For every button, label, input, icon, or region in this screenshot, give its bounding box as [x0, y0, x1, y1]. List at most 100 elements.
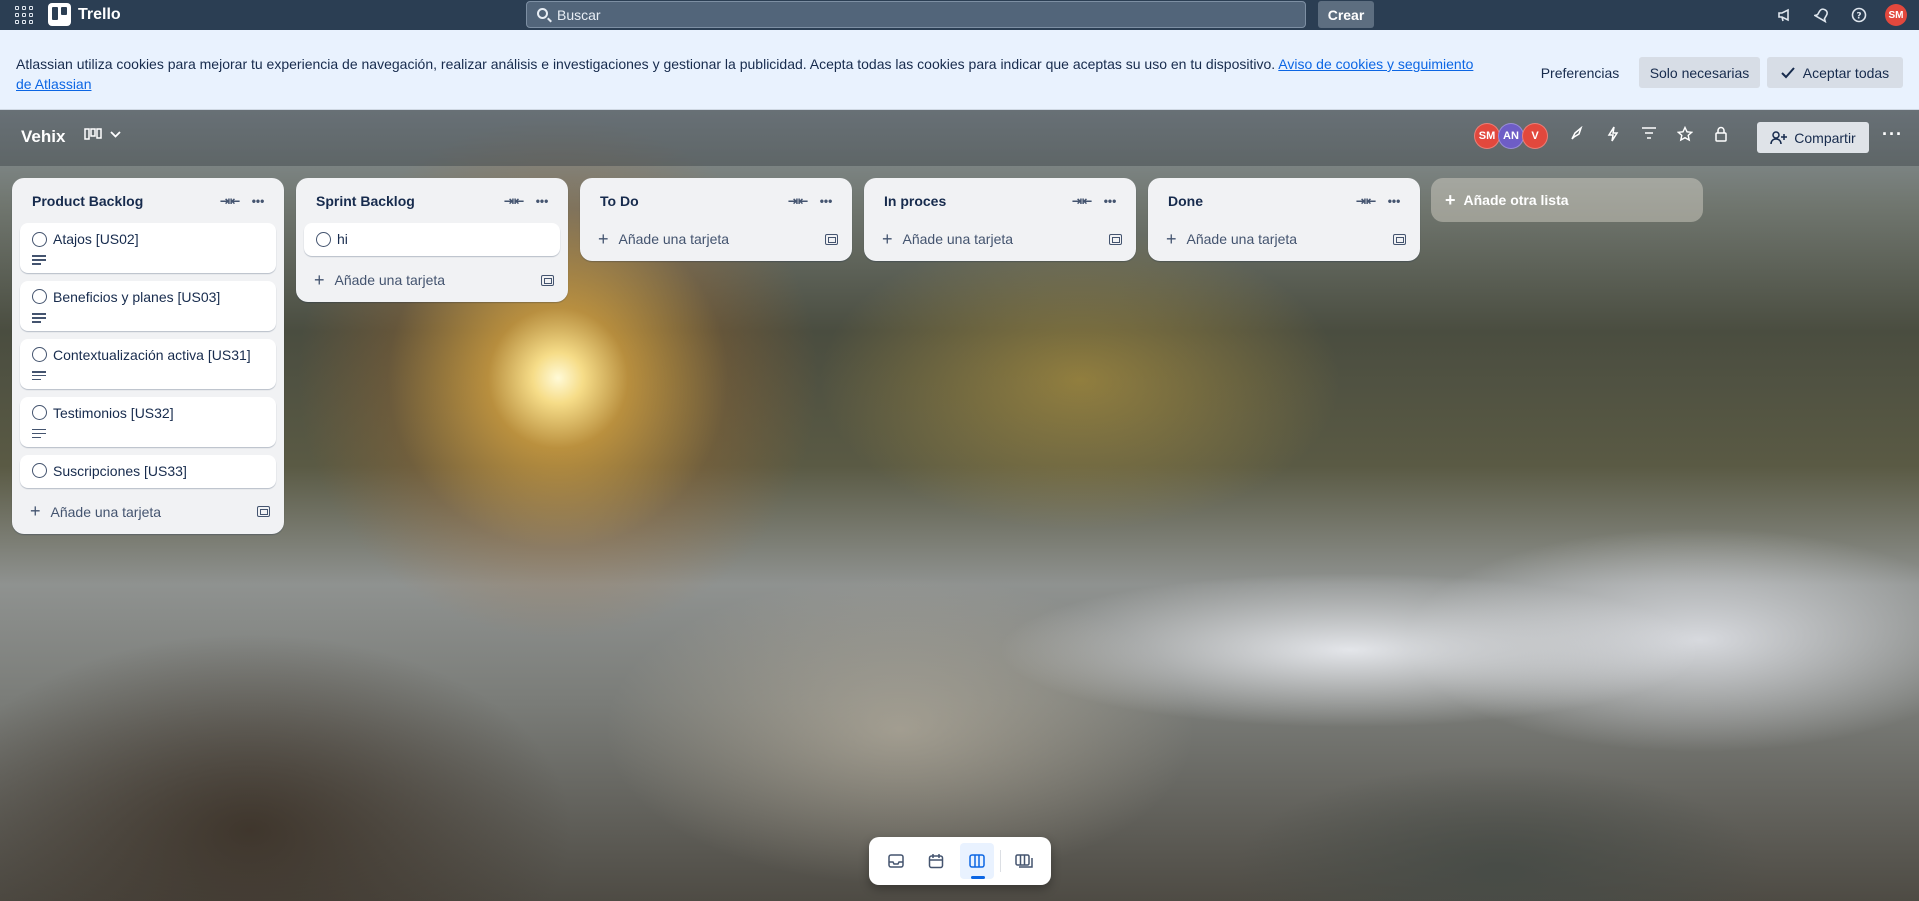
list-menu-icon[interactable]: ••• [1382, 194, 1406, 208]
search-input[interactable]: Buscar [526, 1, 1306, 28]
card[interactable]: Beneficios y planes [US03] [20, 280, 276, 331]
switch-boards-icon[interactable] [1007, 843, 1041, 879]
add-card-label: Añade una tarjeta [334, 272, 446, 288]
view-switcher [869, 837, 1051, 885]
list-product-backlog: Product Backlog ⇥⇤ ••• Atajos [US02] Ben… [12, 178, 284, 534]
complete-checkbox-icon[interactable] [32, 289, 47, 305]
list-menu-icon[interactable]: ••• [530, 194, 554, 208]
user-avatar[interactable]: SM [1885, 4, 1907, 26]
more-options-icon[interactable]: ··· [1882, 124, 1903, 145]
card-template-icon[interactable] [1393, 233, 1406, 245]
list-title[interactable]: To Do [600, 193, 782, 209]
cookie-text: Atlassian utiliza cookies para mejorar t… [16, 56, 1276, 72]
complete-checkbox-icon[interactable] [32, 347, 47, 363]
collapse-list-icon[interactable]: ⇥⇤ [786, 194, 810, 208]
card-template-icon[interactable] [1109, 233, 1122, 245]
create-button[interactable]: Crear [1318, 1, 1374, 28]
plus-icon: + [598, 228, 609, 249]
card-template-icon[interactable] [257, 506, 270, 518]
board-canvas: Vehix SM AN V Compartir ··· Product Back… [0, 110, 1919, 901]
chevron-down-icon [110, 130, 121, 138]
card[interactable]: Atajos [US02] [20, 223, 276, 273]
list-title[interactable]: Product Backlog [32, 193, 214, 209]
collapse-list-icon[interactable]: ⇥⇤ [502, 194, 526, 208]
card[interactable]: Contextualización activa [US31] [20, 338, 276, 389]
list-menu-icon[interactable]: ••• [1098, 194, 1122, 208]
star-icon[interactable] [1676, 125, 1694, 146]
complete-checkbox-icon[interactable] [32, 463, 47, 479]
lock-icon[interactable] [1712, 126, 1730, 146]
automation-icon[interactable] [1604, 126, 1622, 146]
plus-icon: + [30, 501, 41, 522]
nav-icons: ? SM [1774, 4, 1907, 26]
add-card-button[interactable]: + Añade una tarjeta [302, 264, 562, 296]
cookie-banner: Atlassian utiliza cookies para mejorar t… [0, 30, 1919, 110]
notifications-icon[interactable] [1811, 4, 1833, 26]
card[interactable]: Suscripciones [US33] [20, 454, 276, 488]
list-sprint-backlog: Sprint Backlog ⇥⇤ ••• hi + Añade una tar… [296, 178, 568, 302]
list-menu-icon[interactable]: ••• [814, 194, 838, 208]
divider [999, 850, 1001, 872]
trello-logo[interactable]: Trello [48, 3, 121, 26]
member-avatar[interactable]: V [1522, 123, 1548, 149]
app-name: Trello [78, 5, 121, 23]
list-menu-icon[interactable]: ••• [246, 194, 270, 208]
collapse-list-icon[interactable]: ⇥⇤ [1070, 194, 1094, 208]
list-header: Product Backlog ⇥⇤ ••• [18, 178, 278, 223]
power-ups-icon[interactable] [1568, 125, 1586, 146]
plus-icon: + [314, 269, 325, 290]
calendar-icon[interactable] [919, 843, 953, 879]
board-header: Vehix SM AN V Compartir ··· [0, 110, 1919, 166]
board-title[interactable]: Vehix [21, 127, 65, 147]
board-view-selector[interactable] [84, 128, 121, 140]
list-header: Sprint Backlog ⇥⇤ ••• [302, 178, 562, 223]
card-template-icon[interactable] [825, 233, 838, 245]
add-list-button[interactable]: + Añade otra lista [1431, 178, 1703, 222]
add-card-button[interactable]: + Añade una tarjeta [18, 496, 278, 528]
member-avatar[interactable]: SM [1474, 123, 1500, 149]
list-title[interactable]: Done [1168, 193, 1350, 209]
card-title: Contextualización activa [US31] [53, 346, 251, 363]
necessary-only-button[interactable]: Solo necesarias [1639, 57, 1760, 88]
preferences-button[interactable]: Preferencias [1530, 57, 1630, 88]
card-title: Beneficios y planes [US03] [53, 288, 221, 305]
share-label: Compartir [1794, 129, 1856, 146]
cookie-text-block: Atlassian utiliza cookies para mejorar t… [16, 54, 1486, 94]
board-view-icon [84, 128, 102, 140]
complete-checkbox-icon[interactable] [32, 231, 47, 247]
list-header: Done ⇥⇤ ••• [1154, 178, 1414, 223]
megaphone-icon[interactable] [1774, 4, 1796, 26]
card[interactable]: hi [304, 223, 560, 256]
add-list-label: Añade otra lista [1463, 192, 1569, 208]
card-template-icon[interactable] [541, 274, 554, 286]
search-placeholder: Buscar [557, 6, 601, 23]
description-icon [32, 428, 46, 439]
check-icon [1781, 66, 1795, 78]
add-card-button[interactable]: + Añade una tarjeta [1154, 223, 1414, 255]
app-switcher-icon[interactable] [14, 5, 34, 25]
top-nav: Trello Buscar Crear ? SM [0, 0, 1919, 30]
add-card-label: Añade una tarjeta [902, 231, 1014, 247]
filter-icon[interactable] [1640, 126, 1658, 146]
collapse-list-icon[interactable]: ⇥⇤ [1354, 194, 1378, 208]
inbox-icon[interactable] [879, 843, 913, 879]
member-avatar[interactable]: AN [1498, 123, 1524, 149]
plus-icon: + [1166, 228, 1177, 249]
list-title[interactable]: Sprint Backlog [316, 193, 498, 209]
add-card-button[interactable]: + Añade una tarjeta [870, 223, 1130, 255]
board-members[interactable]: SM AN V [1474, 123, 1548, 149]
add-card-button[interactable]: + Añade una tarjeta [586, 223, 846, 255]
share-button[interactable]: Compartir [1757, 122, 1869, 153]
accept-all-button[interactable]: Aceptar todas [1767, 57, 1903, 88]
board-view-icon[interactable] [959, 843, 994, 879]
svg-text:?: ? [1856, 12, 1861, 22]
collapse-list-icon[interactable]: ⇥⇤ [218, 194, 242, 208]
list-title[interactable]: In proces [884, 193, 1066, 209]
list-header: In proces ⇥⇤ ••• [870, 178, 1130, 223]
help-icon[interactable]: ? [1848, 4, 1870, 26]
list-to-do: To Do ⇥⇤ ••• + Añade una tarjeta [580, 178, 852, 261]
complete-checkbox-icon[interactable] [32, 405, 47, 421]
complete-checkbox-icon[interactable] [316, 231, 331, 247]
description-icon [32, 312, 46, 323]
card[interactable]: Testimonios [US32] [20, 396, 276, 447]
